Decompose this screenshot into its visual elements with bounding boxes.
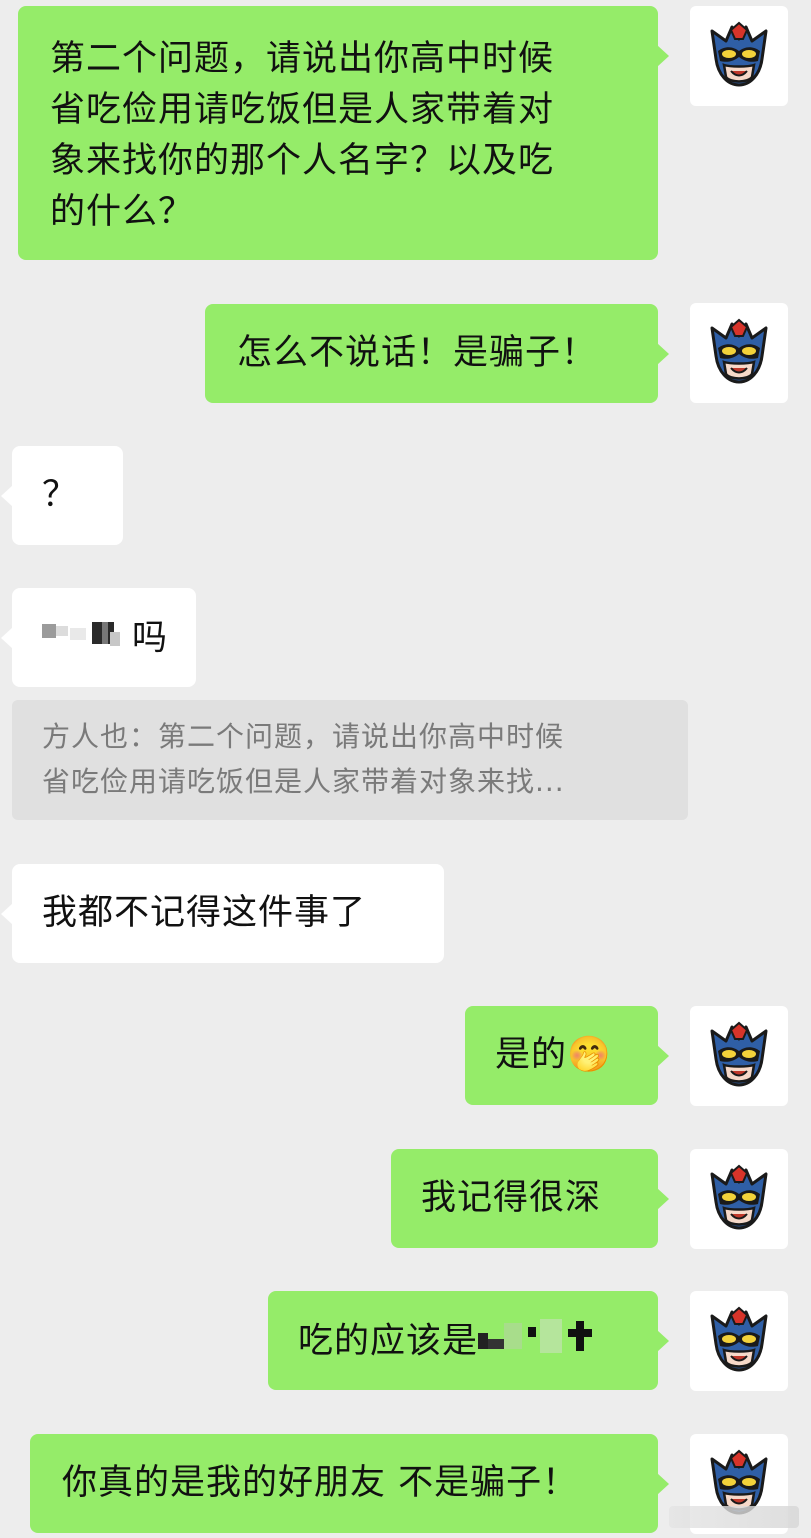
message-text-line: 的什么？: [50, 192, 195, 232]
avatar[interactable]: [690, 6, 788, 106]
message-bubble-incoming[interactable]: 吗: [1, 588, 196, 687]
avatar[interactable]: [690, 1291, 788, 1391]
message-bubble-outgoing[interactable]: 吃的应该是: [268, 1291, 669, 1390]
censored-mosaic: [478, 1315, 608, 1370]
avatar[interactable]: [690, 1006, 788, 1106]
avatar[interactable]: [690, 303, 788, 403]
masked-hero-avatar-icon: [710, 1164, 768, 1230]
avatar[interactable]: [690, 1149, 788, 1249]
message-bubble-incoming[interactable]: 我都不记得这件事了: [1, 864, 444, 963]
message-text-line: 省吃俭用请吃饭但是人家带着对: [50, 90, 555, 130]
message-bubble-incoming[interactable]: ？: [1, 446, 123, 545]
masked-hero-avatar-icon: [710, 1306, 768, 1372]
quoted-text-line: 方人也：第二个问题，请说出你高中时候: [42, 720, 565, 753]
quoted-message[interactable]: 方人也：第二个问题，请说出你高中时候 省吃俭用请吃饭但是人家带着对象来找...: [12, 700, 688, 820]
quoted-text-line: 省吃俭用请吃饭但是人家带着对象来找...: [42, 765, 565, 798]
message-bubble-outgoing[interactable]: 第二个问题，请说出你高中时候 省吃俭用请吃饭但是人家带着对 象来找你的那个人名字…: [18, 6, 669, 260]
message-bubble-outgoing[interactable]: 你真的是我的好朋友 不是骗子！: [30, 1434, 669, 1533]
message-text: 我都不记得这件事了: [42, 893, 367, 933]
masked-hero-avatar-icon: [710, 1021, 768, 1087]
message-text-line: 象来找你的那个人名字？以及吃: [50, 141, 555, 181]
message-text: 我记得很深: [421, 1178, 602, 1218]
masked-hero-avatar-icon: [710, 21, 768, 87]
message-text: 吃的应该是: [298, 1321, 479, 1362]
message-text: 你真的是我的好朋友 不是骗子！: [62, 1463, 579, 1503]
message-text: 吗: [132, 618, 169, 659]
watermark: [669, 1506, 799, 1528]
censored-mosaic: [40, 612, 132, 667]
masked-hero-avatar-icon: [710, 318, 768, 384]
message-text: 是的: [495, 1035, 568, 1075]
message-text: 怎么不说话！是骗子！: [237, 333, 598, 373]
message-text: ？: [42, 475, 79, 515]
message-bubble-outgoing[interactable]: 是的🤭: [465, 1006, 669, 1105]
message-text-line: 第二个问题，请说出你高中时候: [50, 39, 555, 79]
hand-over-mouth-emoji-icon: 🤭: [567, 1035, 612, 1075]
message-bubble-outgoing[interactable]: 怎么不说话！是骗子！: [205, 304, 669, 403]
message-bubble-outgoing[interactable]: 我记得很深: [391, 1149, 669, 1248]
